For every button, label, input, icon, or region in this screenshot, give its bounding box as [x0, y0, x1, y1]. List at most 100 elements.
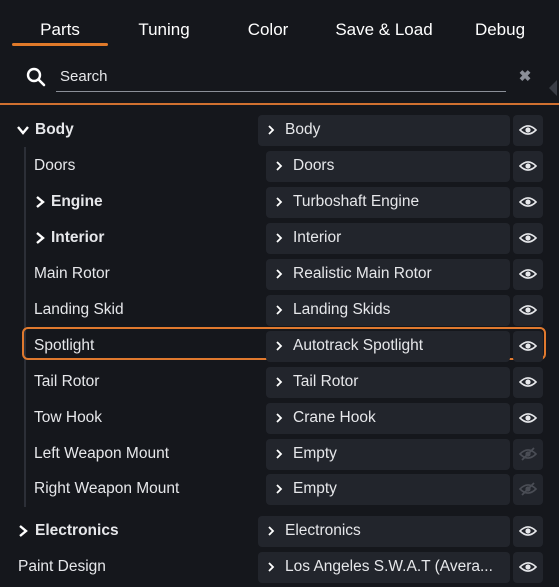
- part-slot-value: Tail Rotor: [293, 373, 359, 390]
- part-label: Engine: [51, 193, 103, 210]
- part-row-main-rotor[interactable]: Main Rotor Realistic Main Rotor: [0, 257, 559, 291]
- part-slot-select[interactable]: Interior: [266, 223, 510, 254]
- eye-icon: [519, 341, 537, 351]
- part-row-landing-skid[interactable]: Landing Skid Landing Skids: [0, 293, 559, 327]
- visibility-toggle[interactable]: [513, 367, 543, 398]
- part-slot-select[interactable]: Los Angeles S.W.A.T (Avera...: [258, 552, 510, 583]
- chevron-right-icon: [276, 413, 283, 423]
- clear-search-button[interactable]: ✖: [514, 66, 536, 88]
- visibility-toggle[interactable]: [513, 331, 543, 362]
- chevron-right-icon[interactable]: [16, 524, 30, 538]
- part-slot-select[interactable]: Autotrack Spotlight: [266, 331, 510, 362]
- search-input[interactable]: [56, 62, 506, 92]
- tab-debug[interactable]: Debug: [460, 18, 540, 42]
- eye-icon: [519, 233, 537, 243]
- part-row-spotlight[interactable]: Spotlight Autotrack Spotlight: [0, 329, 559, 363]
- part-slot-value: Doors: [293, 157, 335, 174]
- eye-icon: [519, 197, 537, 207]
- tab-parts[interactable]: Parts: [20, 18, 100, 42]
- part-slot-value: Empty: [293, 445, 337, 462]
- part-row-body[interactable]: Body Body: [0, 113, 559, 147]
- part-row-left-weapon-mount[interactable]: Left Weapon Mount Empty: [0, 437, 559, 471]
- chevron-right-icon: [276, 233, 283, 243]
- part-slot-value: Landing Skids: [293, 301, 391, 318]
- part-slot-value: Empty: [293, 480, 337, 497]
- chevron-right-icon: [268, 562, 275, 572]
- part-row-engine[interactable]: Engine Turboshaft Engine: [0, 185, 559, 219]
- chevron-right-icon: [276, 269, 283, 279]
- collapse-panel-arrow-icon[interactable]: [549, 80, 557, 96]
- part-row-doors[interactable]: Doors Doors: [0, 149, 559, 183]
- part-slot-select[interactable]: Body: [258, 115, 510, 146]
- part-row-interior[interactable]: Interior Interior: [0, 221, 559, 255]
- part-row-right-weapon-mount[interactable]: Right Weapon Mount Empty: [0, 472, 559, 506]
- part-slot-value: Autotrack Spotlight: [293, 337, 424, 354]
- eye-icon: [519, 377, 537, 387]
- part-label: Electronics: [35, 522, 119, 539]
- part-slot-select[interactable]: Doors: [266, 151, 510, 182]
- eye-icon: [519, 125, 537, 135]
- part-slot-select[interactable]: Empty: [266, 474, 510, 505]
- chevron-right-icon: [276, 449, 283, 459]
- chevron-right-icon[interactable]: [33, 231, 47, 245]
- header-divider: [0, 103, 559, 105]
- part-label: Interior: [51, 229, 105, 246]
- part-slot-value: Electronics: [285, 522, 361, 539]
- active-tab-indicator: [12, 43, 108, 46]
- part-slot-value: Interior: [293, 229, 342, 246]
- part-slot-select[interactable]: Crane Hook: [266, 403, 510, 434]
- part-row-tail-rotor[interactable]: Tail Rotor Tail Rotor: [0, 365, 559, 399]
- chevron-right-icon: [276, 341, 283, 351]
- tab-bar: Parts Tuning Color Save & Load Debug: [0, 0, 559, 48]
- chevron-right-icon[interactable]: [33, 195, 47, 209]
- visibility-toggle[interactable]: [513, 223, 543, 254]
- eye-off-icon: [519, 482, 537, 496]
- visibility-toggle[interactable]: [513, 439, 543, 470]
- part-row-tow-hook[interactable]: Tow Hook Crane Hook: [0, 401, 559, 435]
- search-icon: [26, 67, 46, 87]
- tab-save-load[interactable]: Save & Load: [328, 18, 440, 42]
- eye-icon: [519, 269, 537, 279]
- part-row-electronics[interactable]: Electronics Electronics: [0, 514, 559, 548]
- tab-tuning[interactable]: Tuning: [124, 18, 204, 42]
- visibility-toggle[interactable]: [513, 474, 543, 505]
- visibility-toggle[interactable]: [513, 259, 543, 290]
- visibility-toggle[interactable]: [513, 516, 543, 547]
- eye-icon: [519, 562, 537, 572]
- chevron-right-icon: [276, 484, 283, 494]
- tab-color[interactable]: Color: [228, 18, 308, 42]
- visibility-toggle[interactable]: [513, 295, 543, 326]
- part-label: Spotlight: [34, 337, 95, 354]
- part-slot-value: Turboshaft Engine: [293, 193, 420, 210]
- part-label: Left Weapon Mount: [34, 445, 169, 462]
- part-row-paint-design[interactable]: Paint Design Los Angeles S.W.A.T (Avera.…: [0, 550, 559, 584]
- part-slot-select[interactable]: Electronics: [258, 516, 510, 547]
- chevron-right-icon: [276, 377, 283, 387]
- visibility-toggle[interactable]: [513, 552, 543, 583]
- part-slot-value: Los Angeles S.W.A.T (Avera...: [285, 558, 493, 575]
- part-slot-select[interactable]: Tail Rotor: [266, 367, 510, 398]
- chevron-down-icon[interactable]: [16, 123, 30, 137]
- eye-icon: [519, 305, 537, 315]
- part-label: Tail Rotor: [34, 373, 100, 390]
- part-label: Paint Design: [18, 558, 106, 575]
- part-slot-value: Realistic Main Rotor: [293, 265, 432, 282]
- part-label: Doors: [34, 157, 76, 174]
- chevron-right-icon: [276, 305, 283, 315]
- part-slot-select[interactable]: Realistic Main Rotor: [266, 259, 510, 290]
- part-slot-value: Crane Hook: [293, 409, 376, 426]
- part-slot-select[interactable]: Empty: [266, 439, 510, 470]
- part-label: Tow Hook: [34, 409, 103, 426]
- visibility-toggle[interactable]: [513, 187, 543, 218]
- part-label: Landing Skid: [34, 301, 124, 318]
- chevron-right-icon: [276, 197, 283, 207]
- part-label: Main Rotor: [34, 265, 110, 282]
- part-slot-select[interactable]: Landing Skids: [266, 295, 510, 326]
- eye-off-icon: [519, 447, 537, 461]
- visibility-toggle[interactable]: [513, 151, 543, 182]
- eye-icon: [519, 161, 537, 171]
- visibility-toggle[interactable]: [513, 403, 543, 434]
- chevron-right-icon: [268, 125, 275, 135]
- visibility-toggle[interactable]: [513, 115, 543, 146]
- part-slot-select[interactable]: Turboshaft Engine: [266, 187, 510, 218]
